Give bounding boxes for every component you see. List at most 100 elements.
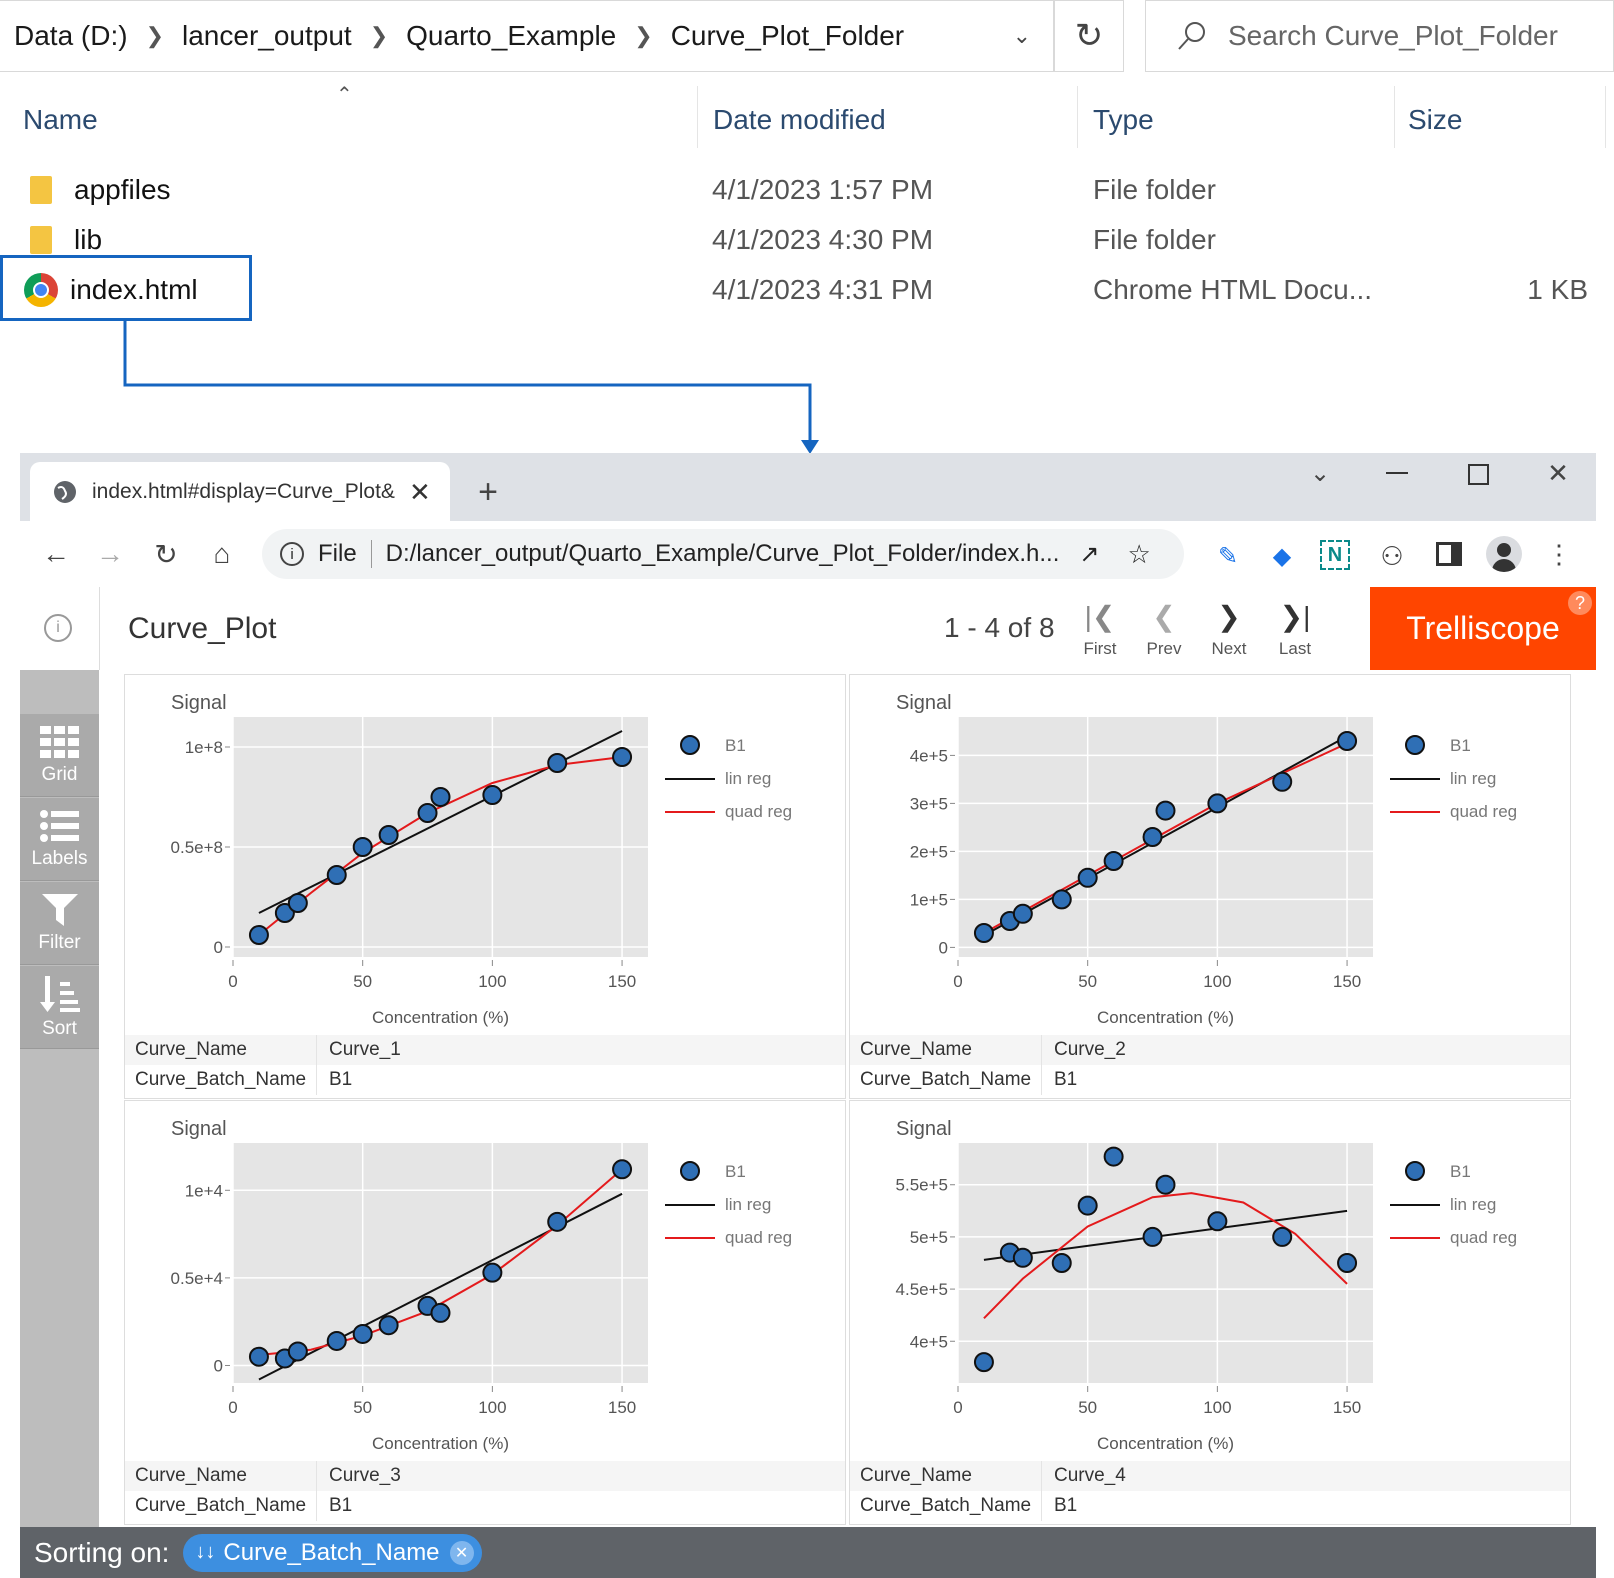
display-name: Curve_Plot <box>128 612 277 645</box>
refresh-button[interactable]: ↻ <box>1054 0 1124 72</box>
sidebar-label: Filter <box>38 932 81 953</box>
sidebar-item-sort[interactable]: Sort <box>20 966 99 1049</box>
search-placeholder[interactable]: Search Curve_Plot_Folder <box>1228 20 1558 52</box>
sidebar-item-grid[interactable]: Grid <box>20 714 99 797</box>
x-tick-label: 50 <box>353 972 372 991</box>
first-page-button[interactable]: |❮ First <box>1074 600 1126 659</box>
reload-icon[interactable]: ↻ <box>148 536 184 572</box>
data-point <box>482 1262 503 1283</box>
meta-value: B1 <box>1054 1495 1078 1516</box>
refresh-icon: ↻ <box>1074 17 1104 55</box>
data-point <box>1077 1195 1098 1216</box>
next-page-button[interactable]: ❯ Next <box>1202 600 1256 659</box>
y-tick-label: 0.5e+4 <box>171 1269 223 1288</box>
data-point <box>1142 1226 1163 1247</box>
data-point <box>378 825 399 845</box>
diamond-extension-icon[interactable]: ◆ <box>1266 538 1298 574</box>
data-point <box>1142 827 1163 847</box>
maximize-icon[interactable] <box>1468 464 1489 485</box>
close-window-icon[interactable]: ✕ <box>1542 458 1574 488</box>
close-tab-icon[interactable]: ✕ <box>409 477 431 508</box>
panel[interactable]: 0 50 100 150 0 1e+5 2e+5 3e+5 4e+5 Signal Concentr… <box>849 674 1571 1099</box>
legend-label: quad reg <box>725 1228 792 1247</box>
next-page-icon: ❯ <box>1217 601 1241 632</box>
data-point <box>547 753 568 773</box>
meta-value: B1 <box>329 1069 353 1090</box>
breadcrumb-lancer-output[interactable]: lancer_output <box>182 20 352 52</box>
eyedropper-extension-icon[interactable]: ✎ <box>1212 538 1244 574</box>
column-size[interactable]: Size <box>1408 96 1462 144</box>
file-type: File folder <box>1093 224 1216 255</box>
address-bar[interactable]: Data (D:) ❯ lancer_output ❯ Quarto_Examp… <box>0 0 1054 72</box>
legend-label: lin reg <box>1450 769 1496 788</box>
chevron-down-icon[interactable]: ⌄ <box>1013 23 1031 49</box>
x-tick-label: 150 <box>1333 972 1361 991</box>
legend-label: lin reg <box>725 769 771 788</box>
omnibox[interactable]: i File D:/lancer_output/Quarto_Example/C… <box>262 529 1184 579</box>
panel[interactable]: 0 50 100 150 0 0.5e+8 1e+8 Signal Concentration … <box>124 674 846 1099</box>
data-point <box>287 893 308 913</box>
column-type[interactable]: Type <box>1093 96 1154 144</box>
url-text[interactable]: D:/lancer_output/Quarto_Example/Curve_Pl… <box>386 540 1060 568</box>
sidebar-item-labels[interactable]: Labels <box>20 798 99 881</box>
y-tick-label: 5e+5 <box>910 1228 948 1247</box>
breadcrumb-curve-plot-folder[interactable]: Curve_Plot_Folder <box>671 20 904 52</box>
y-axis-title: Signal <box>171 1118 227 1140</box>
share-icon[interactable]: ↗ <box>1079 540 1099 569</box>
chevron-right-icon: ❯ <box>145 23 165 48</box>
sort-az-icon: ↓↓ <box>195 1541 216 1563</box>
trelliscope-brand[interactable]: Trelliscope <box>1370 587 1596 670</box>
home-icon[interactable]: ⌂ <box>204 536 240 572</box>
meta-row: Curve_Name Curve_3 <box>125 1461 845 1491</box>
last-page-button[interactable]: ❯| Last <box>1268 600 1322 659</box>
forward-icon[interactable]: → <box>92 536 128 572</box>
meta-row: Curve_Name Curve_1 <box>125 1035 845 1065</box>
x-tick-label: 100 <box>478 972 506 991</box>
search-box[interactable]: Search Curve_Plot_Folder <box>1145 0 1614 72</box>
help-icon[interactable]: ? <box>1568 591 1592 615</box>
meta-row: Curve_Name Curve_2 <box>850 1035 1570 1065</box>
tab-search-icon[interactable]: ⌄ <box>1300 458 1340 488</box>
sort-chip-label: Curve_Batch_Name <box>223 1538 440 1566</box>
browser-tab[interactable]: index.html#display=Curve_Plot& ✕ <box>30 462 450 522</box>
y-tick-label: 3e+5 <box>910 794 948 813</box>
meta-value: Curve_4 <box>1054 1465 1126 1486</box>
y-tick-label: 2e+5 <box>910 842 948 861</box>
new-tab-icon[interactable]: + <box>472 472 504 512</box>
minimize-icon[interactable] <box>1386 472 1408 474</box>
data-point <box>1337 1253 1358 1273</box>
prev-page-button[interactable]: ❮ Prev <box>1138 600 1190 659</box>
chart: 0 50 100 150 4e+5 4.5e+5 5e+5 5.5e+5 Signal Conce… <box>896 1118 1518 1453</box>
breadcrumb-quarto-example[interactable]: Quarto_Example <box>406 20 616 52</box>
y-tick-label: 1e+5 <box>910 890 948 909</box>
info-icon[interactable]: i <box>44 614 72 642</box>
data-point <box>1155 800 1176 821</box>
breadcrumb-drive[interactable]: Data (D:) <box>14 20 128 52</box>
y-tick-label: 0.5e+8 <box>171 838 223 857</box>
column-date-modified[interactable]: Date modified <box>713 96 886 144</box>
file-row-appfiles[interactable]: appfiles <box>30 166 171 214</box>
profile-avatar[interactable] <box>1486 536 1522 572</box>
data-point <box>1337 731 1358 751</box>
side-panel-icon[interactable] <box>1436 542 1462 566</box>
back-icon[interactable]: ← <box>38 536 74 572</box>
sort-chip[interactable]: ↓↓ Curve_Batch_Name ✕ <box>183 1533 482 1572</box>
n-extension-icon[interactable]: N <box>1320 540 1350 570</box>
menu-kebab-icon[interactable]: ⋮ <box>1544 536 1574 572</box>
puzzle-extensions-icon[interactable]: ⚇ <box>1376 538 1408 574</box>
meta-row: Curve_Batch_Name B1 <box>850 1065 1570 1095</box>
info-icon[interactable]: i <box>280 542 304 566</box>
data-point <box>1207 1211 1228 1232</box>
panel[interactable]: 0 50 100 150 4e+5 4.5e+5 5e+5 5.5e+5 Signal Conce… <box>849 1100 1571 1525</box>
data-point <box>1103 1146 1124 1167</box>
panel[interactable]: 0 50 100 150 0 0.5e+4 1e+4 Signal Concentration … <box>124 1100 846 1525</box>
sort-status-bar: Sorting on: ↓↓ Curve_Batch_Name ✕ <box>20 1527 1596 1578</box>
sidebar-item-filter[interactable]: Filter <box>20 882 99 965</box>
remove-sort-icon[interactable]: ✕ <box>449 1540 474 1565</box>
column-name[interactable]: Name <box>23 96 98 144</box>
bookmark-star-icon[interactable]: ☆ <box>1127 539 1150 570</box>
legend-point-marker <box>680 1161 700 1181</box>
folder-icon <box>30 176 52 204</box>
list-icon <box>39 810 79 842</box>
legend-point-marker <box>1405 735 1425 755</box>
